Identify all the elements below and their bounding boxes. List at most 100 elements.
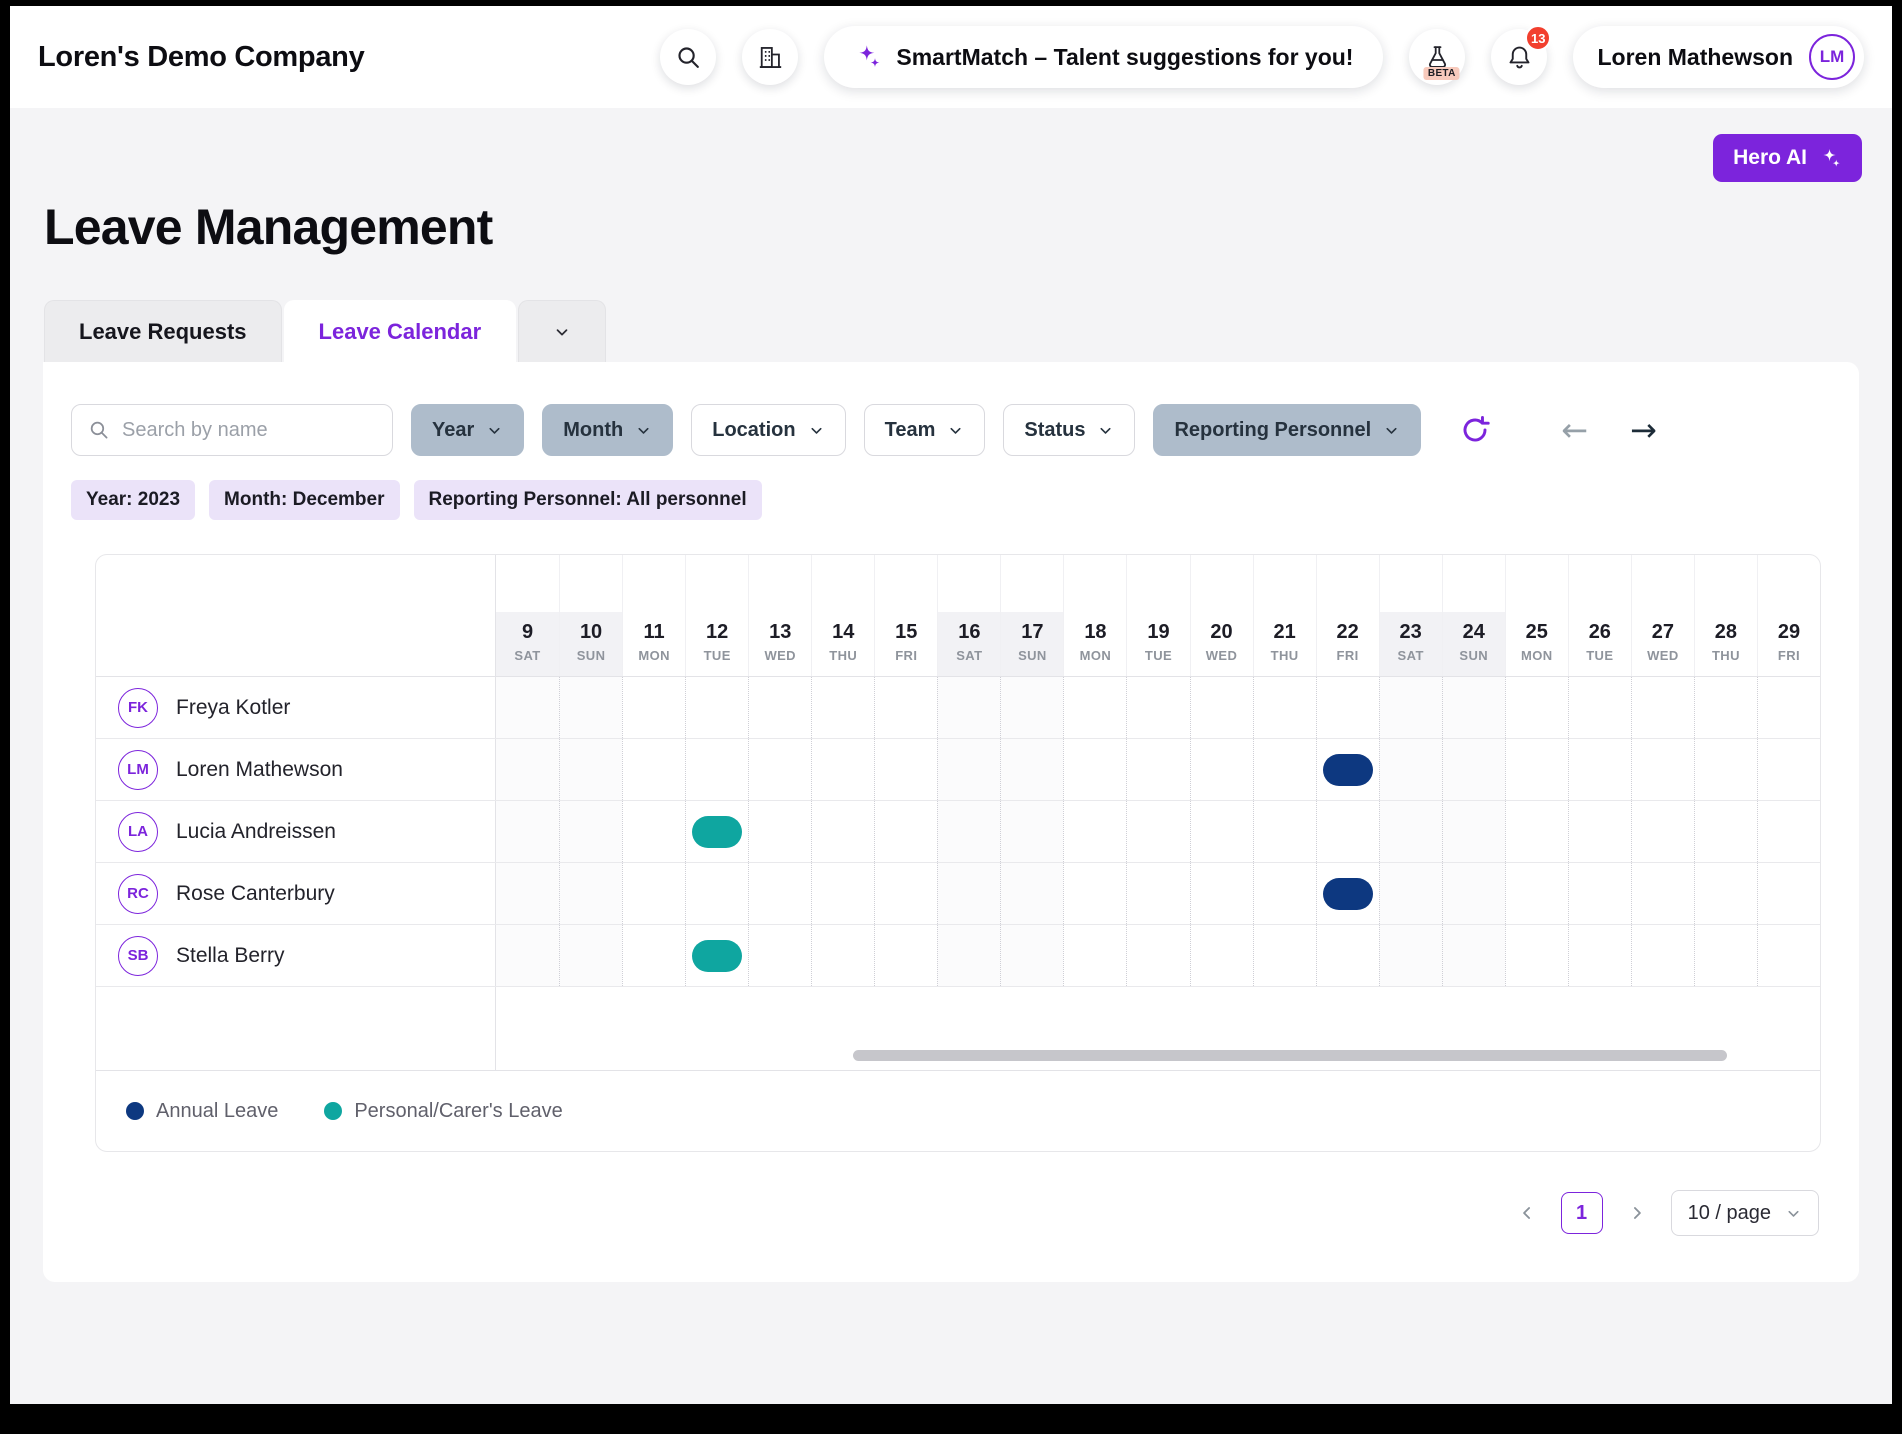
day-cell-24[interactable] (1442, 863, 1505, 924)
search-input[interactable] (120, 418, 376, 443)
day-cell-23[interactable] (1379, 801, 1442, 862)
day-cell-15[interactable] (874, 739, 937, 800)
filter-team[interactable]: Team (864, 404, 986, 456)
day-cell-27[interactable] (1631, 925, 1694, 986)
filter-status[interactable]: Status (1003, 404, 1135, 456)
day-cell-21[interactable] (1253, 677, 1316, 738)
search-button[interactable] (660, 29, 716, 85)
day-cell-28[interactable] (1694, 677, 1757, 738)
day-cell-29[interactable] (1757, 863, 1820, 924)
day-cell-21[interactable] (1253, 801, 1316, 862)
day-cell-25[interactable] (1505, 925, 1568, 986)
day-cell-13[interactable] (748, 677, 811, 738)
day-cell-26[interactable] (1568, 801, 1631, 862)
day-cell-28[interactable] (1694, 739, 1757, 800)
tab-leave-requests[interactable]: Leave Requests (44, 300, 282, 362)
day-cell-15[interactable] (874, 801, 937, 862)
day-cell-21[interactable] (1253, 863, 1316, 924)
smartmatch-button[interactable]: SmartMatch – Talent suggestions for you! (824, 26, 1383, 88)
day-cell-11[interactable] (622, 863, 685, 924)
day-cell-15[interactable] (874, 863, 937, 924)
day-cell-28[interactable] (1694, 863, 1757, 924)
day-cell-20[interactable] (1190, 739, 1253, 800)
horizontal-scrollbar[interactable] (853, 1050, 1727, 1061)
day-cell-19[interactable] (1126, 863, 1189, 924)
day-cell-18[interactable] (1063, 739, 1126, 800)
current-page-button[interactable]: 1 (1561, 1192, 1603, 1234)
day-cell-26[interactable] (1568, 863, 1631, 924)
filter-month[interactable]: Month (542, 404, 673, 456)
day-cell-9[interactable] (496, 863, 559, 924)
day-cell-20[interactable] (1190, 801, 1253, 862)
next-page-button[interactable] (1621, 1202, 1653, 1224)
day-cell-23[interactable] (1379, 677, 1442, 738)
day-cell-14[interactable] (811, 677, 874, 738)
day-cell-20[interactable] (1190, 863, 1253, 924)
hero-ai-button[interactable]: Hero AI (1713, 134, 1862, 182)
leave-pill-personal[interactable] (692, 940, 742, 972)
day-cell-13[interactable] (748, 739, 811, 800)
day-cell-26[interactable] (1568, 739, 1631, 800)
day-cell-28[interactable] (1694, 925, 1757, 986)
day-cell-12[interactable] (685, 925, 748, 986)
leave-pill-personal[interactable] (692, 816, 742, 848)
day-cell-13[interactable] (748, 863, 811, 924)
day-cell-9[interactable] (496, 677, 559, 738)
day-cell-22[interactable] (1316, 677, 1379, 738)
day-cell-14[interactable] (811, 801, 874, 862)
organisation-button[interactable] (742, 29, 798, 85)
day-cell-27[interactable] (1631, 677, 1694, 738)
day-cell-10[interactable] (559, 863, 622, 924)
day-cell-22[interactable] (1316, 801, 1379, 862)
day-cell-29[interactable] (1757, 925, 1820, 986)
leave-pill-annual[interactable] (1323, 754, 1373, 786)
day-cell-16[interactable] (937, 801, 1000, 862)
day-cell-25[interactable] (1505, 863, 1568, 924)
day-cell-17[interactable] (1000, 677, 1063, 738)
day-cell-26[interactable] (1568, 677, 1631, 738)
day-cell-12[interactable] (685, 801, 748, 862)
day-cell-23[interactable] (1379, 863, 1442, 924)
day-cell-18[interactable] (1063, 925, 1126, 986)
day-cell-10[interactable] (559, 677, 622, 738)
day-cell-9[interactable] (496, 925, 559, 986)
day-cell-18[interactable] (1063, 863, 1126, 924)
day-cell-14[interactable] (811, 863, 874, 924)
day-cell-24[interactable] (1442, 677, 1505, 738)
day-cell-19[interactable] (1126, 739, 1189, 800)
day-cell-10[interactable] (559, 925, 622, 986)
next-period-button[interactable]: → (1624, 413, 1663, 447)
user-menu-button[interactable]: Loren Mathewson LM (1573, 26, 1864, 88)
leave-pill-annual[interactable] (1323, 878, 1373, 910)
day-cell-17[interactable] (1000, 863, 1063, 924)
day-cell-23[interactable] (1379, 925, 1442, 986)
previous-page-button[interactable] (1511, 1202, 1543, 1224)
day-cell-21[interactable] (1253, 739, 1316, 800)
day-cell-26[interactable] (1568, 925, 1631, 986)
day-cell-25[interactable] (1505, 801, 1568, 862)
day-cell-13[interactable] (748, 925, 811, 986)
day-cell-24[interactable] (1442, 925, 1505, 986)
previous-period-button[interactable]: ← (1555, 413, 1594, 447)
tab-leave-calendar[interactable]: Leave Calendar (284, 300, 517, 362)
day-cell-21[interactable] (1253, 925, 1316, 986)
day-cell-12[interactable] (685, 739, 748, 800)
day-cell-18[interactable] (1063, 677, 1126, 738)
day-cell-22[interactable] (1316, 925, 1379, 986)
day-cell-10[interactable] (559, 739, 622, 800)
day-cell-9[interactable] (496, 801, 559, 862)
day-cell-25[interactable] (1505, 739, 1568, 800)
tab-more[interactable] (518, 300, 606, 362)
day-cell-19[interactable] (1126, 925, 1189, 986)
day-cell-28[interactable] (1694, 801, 1757, 862)
day-cell-22[interactable] (1316, 863, 1379, 924)
day-cell-25[interactable] (1505, 677, 1568, 738)
day-cell-27[interactable] (1631, 863, 1694, 924)
day-cell-24[interactable] (1442, 739, 1505, 800)
day-cell-16[interactable] (937, 739, 1000, 800)
day-cell-11[interactable] (622, 677, 685, 738)
day-cell-27[interactable] (1631, 739, 1694, 800)
day-cell-17[interactable] (1000, 925, 1063, 986)
day-cell-22[interactable] (1316, 739, 1379, 800)
day-cell-16[interactable] (937, 863, 1000, 924)
